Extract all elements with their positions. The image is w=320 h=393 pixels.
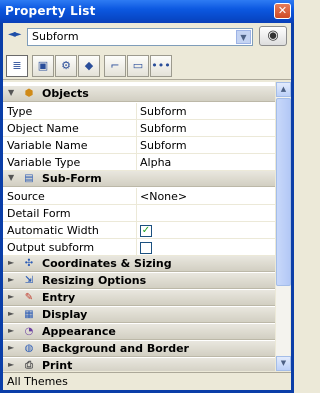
object-selector-value: Subform bbox=[32, 30, 79, 43]
triangle-down-icon[interactable]: ▼ bbox=[8, 173, 14, 182]
more-icon: ••• bbox=[151, 59, 171, 72]
display-icon: ▦ bbox=[24, 309, 34, 320]
property-row-type[interactable]: Type Subform bbox=[3, 103, 275, 120]
scroll-down-button[interactable]: ▼ bbox=[276, 356, 291, 371]
property-value[interactable]: Subform bbox=[140, 105, 187, 118]
vertical-scrollbar[interactable]: ▲ ▼ bbox=[275, 82, 291, 371]
property-row-variable-type[interactable]: Variable Type Alpha bbox=[3, 154, 275, 171]
window-title: Property List bbox=[5, 4, 96, 18]
property-key: Variable Type bbox=[7, 156, 81, 169]
section-display[interactable]: ► ▦ Display bbox=[3, 307, 275, 323]
section-background-and-border[interactable]: ► ◍ Background and Border bbox=[3, 341, 275, 357]
navigate-arrows-icon[interactable]: ◄► bbox=[8, 29, 21, 40]
title-bar[interactable]: Property List ✕ bbox=[0, 0, 294, 23]
section-objects-label: Objects bbox=[42, 87, 89, 100]
property-key: Type bbox=[7, 105, 33, 118]
tab-gear[interactable]: ⚙ bbox=[55, 55, 77, 77]
section-label: Display bbox=[42, 308, 88, 321]
panel-body: ◄► Subform ▼ ◉ ≣ ▣ ⚙ ◆ ⌐ ▭ ••• ▼ ⬢ Objec… bbox=[3, 23, 291, 390]
close-button[interactable]: ✕ bbox=[274, 3, 291, 19]
section-sub-form-label: Sub-Form bbox=[42, 172, 102, 185]
section-print[interactable]: ► ⎙ Print bbox=[3, 358, 275, 371]
shapes-icon: ◆ bbox=[84, 59, 94, 72]
triangle-down-icon[interactable]: ▼ bbox=[8, 88, 14, 97]
move-icon: ✣ bbox=[24, 258, 34, 269]
section-label: Coordinates & Sizing bbox=[42, 257, 172, 270]
scroll-thumb[interactable] bbox=[276, 98, 291, 286]
theme-toolbar: ≣ ▣ ⚙ ◆ ⌐ ▭ ••• bbox=[3, 52, 291, 80]
show-hide-button[interactable]: ◉ bbox=[259, 26, 287, 46]
triangle-right-icon[interactable]: ► bbox=[8, 292, 14, 301]
subform-icon: ▤ bbox=[24, 173, 34, 184]
eye-icon: ◉ bbox=[267, 28, 279, 43]
property-value[interactable]: <None> bbox=[140, 190, 187, 203]
property-key: Source bbox=[7, 190, 45, 203]
tab-form[interactable]: ▣ bbox=[32, 55, 54, 77]
resize-icon: ⇲ bbox=[24, 275, 34, 286]
triangle-right-icon[interactable]: ► bbox=[8, 343, 14, 352]
property-key: Automatic Width bbox=[7, 224, 99, 237]
section-entry[interactable]: ► ✎ Entry bbox=[3, 290, 275, 306]
section-label: Print bbox=[42, 359, 73, 371]
property-key: Output subform bbox=[7, 241, 95, 254]
property-row-object-name[interactable]: Object Name Subform bbox=[3, 120, 275, 137]
property-value[interactable]: Subform bbox=[140, 122, 187, 135]
form-icon: ▣ bbox=[37, 59, 49, 72]
chart-icon: ⌐ bbox=[110, 59, 120, 72]
status-text: All Themes bbox=[7, 375, 68, 388]
cube-icon: ⬢ bbox=[24, 88, 34, 99]
eye-icon: ◔ bbox=[24, 326, 34, 337]
scroll-up-button[interactable]: ▲ bbox=[276, 82, 291, 97]
property-key: Variable Name bbox=[7, 139, 88, 152]
property-row-automatic-width[interactable]: Automatic Width ✓ bbox=[3, 222, 275, 239]
triangle-right-icon[interactable]: ► bbox=[8, 326, 14, 335]
paint-icon: ◍ bbox=[24, 343, 34, 354]
property-row-detail-form[interactable]: Detail Form bbox=[3, 205, 275, 222]
triangle-right-icon[interactable]: ► bbox=[8, 309, 14, 318]
property-value[interactable]: Subform bbox=[140, 139, 187, 152]
close-icon: ✕ bbox=[277, 4, 288, 17]
monitor-icon: ▭ bbox=[132, 59, 144, 72]
list-view-icon: ≣ bbox=[12, 59, 22, 72]
property-grid: ▼ ⬢ Objects Type Subform Object Name Sub… bbox=[3, 82, 275, 371]
gear-icon: ⚙ bbox=[61, 59, 71, 72]
status-bar: All Themes bbox=[3, 372, 291, 389]
section-coordinates-sizing[interactable]: ► ✣ Coordinates & Sizing bbox=[3, 256, 275, 272]
section-label: Background and Border bbox=[42, 342, 189, 355]
section-appearance[interactable]: ► ◔ Appearance bbox=[3, 324, 275, 340]
section-sub-form[interactable]: ▼ ▤ Sub-Form bbox=[3, 171, 275, 187]
property-value[interactable]: Alpha bbox=[140, 156, 171, 169]
section-label: Appearance bbox=[42, 325, 116, 338]
triangle-right-icon[interactable]: ► bbox=[8, 275, 14, 284]
property-key: Detail Form bbox=[7, 207, 71, 220]
section-objects[interactable]: ▼ ⬢ Objects bbox=[3, 86, 275, 102]
entry-icon: ✎ bbox=[24, 292, 34, 303]
output-subform-checkbox[interactable] bbox=[140, 242, 152, 254]
object-selector-row: ◄► Subform ▼ ◉ bbox=[3, 23, 291, 51]
property-list-window: Property List ✕ ◄► Subform ▼ ◉ ≣ ▣ ⚙ ◆ ⌐… bbox=[0, 0, 294, 393]
property-row-variable-name[interactable]: Variable Name Subform bbox=[3, 137, 275, 154]
tab-list-view[interactable]: ≣ bbox=[6, 55, 28, 77]
property-key: Object Name bbox=[7, 122, 79, 135]
section-label: Resizing Options bbox=[42, 274, 147, 287]
chevron-down-icon[interactable]: ▼ bbox=[236, 30, 251, 44]
property-row-output-subform[interactable]: Output subform bbox=[3, 239, 275, 256]
tab-shapes[interactable]: ◆ bbox=[78, 55, 100, 77]
object-selector[interactable]: Subform ▼ bbox=[27, 28, 253, 46]
automatic-width-checkbox[interactable]: ✓ bbox=[140, 225, 152, 237]
property-row-source[interactable]: Source <None> bbox=[3, 188, 275, 205]
printer-icon: ⎙ bbox=[25, 360, 33, 371]
triangle-right-icon[interactable]: ► bbox=[8, 258, 14, 267]
tab-monitor[interactable]: ▭ bbox=[127, 55, 149, 77]
triangle-right-icon[interactable]: ► bbox=[8, 360, 14, 369]
tab-more[interactable]: ••• bbox=[150, 55, 172, 77]
section-resizing-options[interactable]: ► ⇲ Resizing Options bbox=[3, 273, 275, 289]
section-label: Entry bbox=[42, 291, 76, 304]
tab-chart[interactable]: ⌐ bbox=[104, 55, 126, 77]
